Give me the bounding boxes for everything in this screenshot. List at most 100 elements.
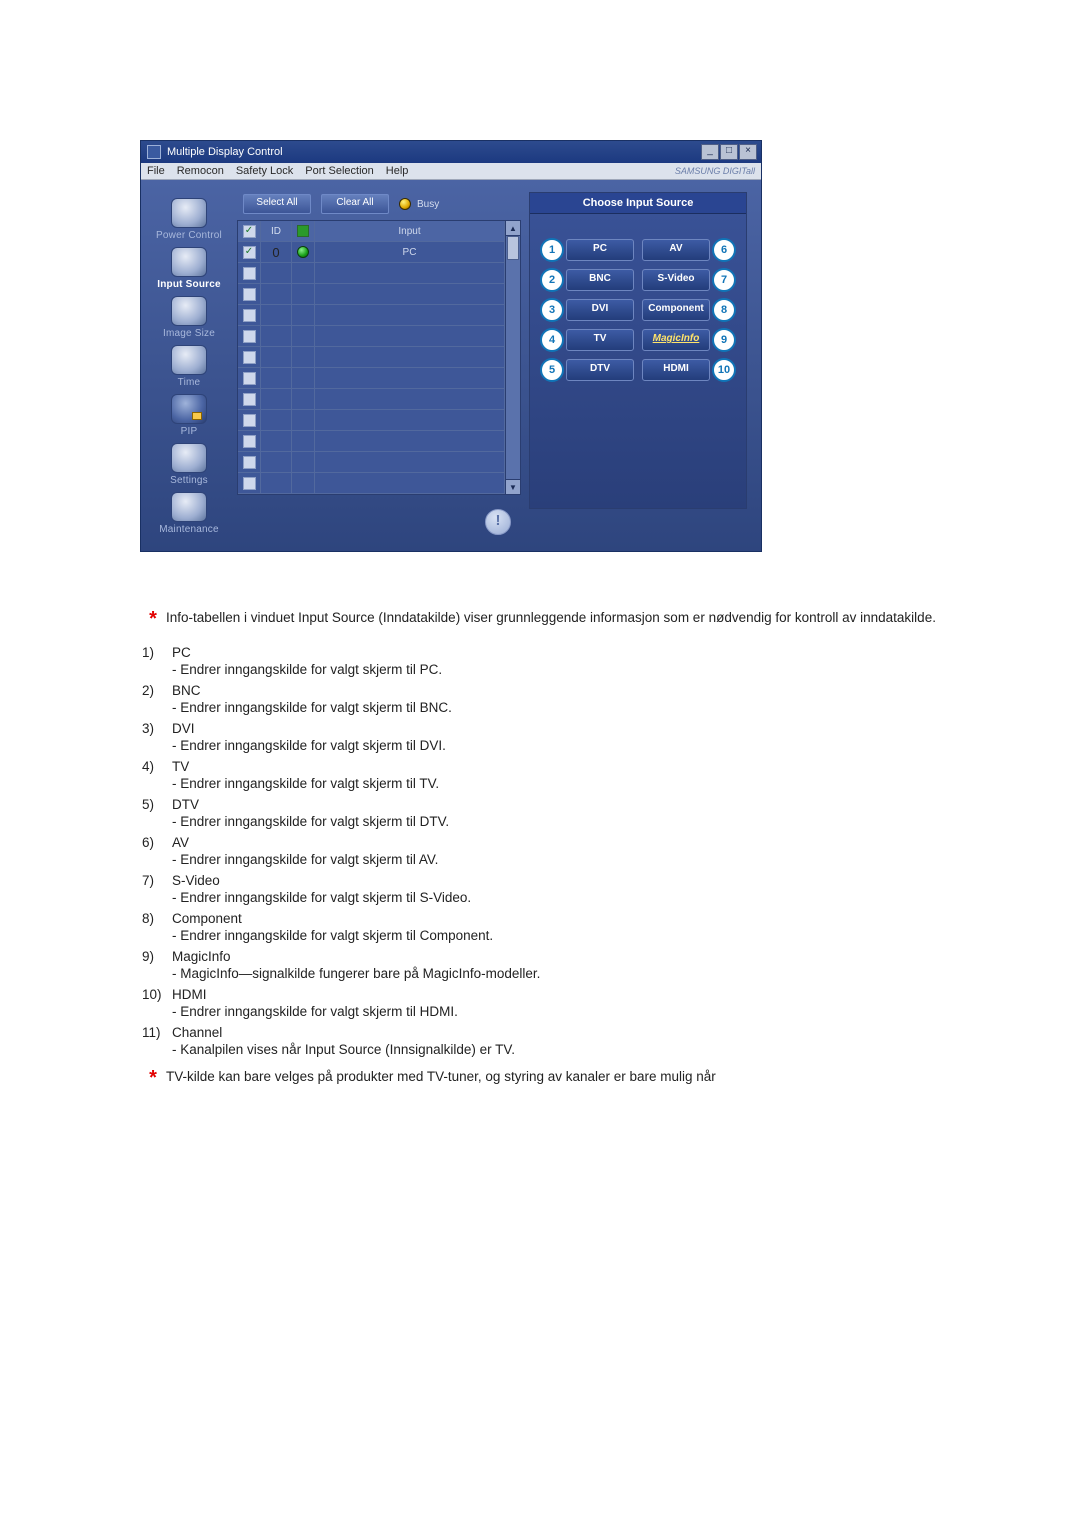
- row-id: 0: [261, 242, 292, 262]
- callout-2: 2: [540, 268, 564, 292]
- display-table: ID Input 0 PC: [237, 220, 506, 495]
- scroll-thumb[interactable]: [507, 236, 519, 260]
- callout-8: 8: [712, 298, 736, 322]
- info-icon[interactable]: !: [485, 509, 511, 535]
- scroll-up-button[interactable]: ▲: [506, 221, 520, 236]
- source-s-video[interactable]: S-Video: [642, 269, 710, 291]
- row-checkbox[interactable]: [243, 414, 256, 427]
- col-input[interactable]: Input: [315, 221, 505, 241]
- callout-3: 3: [540, 298, 564, 322]
- list-item: 3) DVI - Endrer inngangskilde for valgt …: [140, 721, 940, 753]
- sidebar-item-time[interactable]: Time: [171, 345, 207, 388]
- list-title: AV: [172, 835, 940, 850]
- table-row[interactable]: [238, 473, 505, 494]
- row-checkbox[interactable]: [243, 351, 256, 364]
- table-row[interactable]: [238, 431, 505, 452]
- list-item: 5) DTV - Endrer inngangskilde for valgt …: [140, 797, 940, 829]
- list-desc: - Endrer inngangskilde for valgt skjerm …: [172, 738, 940, 753]
- table-scrollbar[interactable]: ▲ ▼: [506, 220, 521, 495]
- sidebar-item-image-size[interactable]: Image Size: [163, 296, 215, 339]
- list-desc: - Endrer inngangskilde for valgt skjerm …: [172, 1004, 940, 1019]
- row-checkbox[interactable]: [243, 477, 256, 490]
- table-row[interactable]: [238, 305, 505, 326]
- sidebar-item-settings[interactable]: Settings: [170, 443, 208, 486]
- source-component[interactable]: Component: [642, 299, 710, 321]
- maximize-button[interactable]: □: [720, 144, 738, 160]
- row-input: [315, 431, 505, 451]
- col-status[interactable]: [292, 221, 315, 241]
- row-checkbox[interactable]: [243, 330, 256, 343]
- star-icon: *: [140, 1067, 166, 1090]
- row-checkbox[interactable]: [243, 246, 256, 259]
- source-dtv[interactable]: DTV: [566, 359, 634, 381]
- table-row[interactable]: [238, 284, 505, 305]
- table-row[interactable]: [238, 452, 505, 473]
- sidebar-item-input-source[interactable]: Input Source: [157, 247, 221, 290]
- list-title: Channel: [172, 1025, 940, 1040]
- table-row[interactable]: [238, 263, 505, 284]
- minimize-button[interactable]: _: [701, 144, 719, 160]
- row-checkbox[interactable]: [243, 372, 256, 385]
- footer-note: TV-kilde kan bare velges på produkter me…: [166, 1067, 940, 1090]
- row-checkbox[interactable]: [243, 393, 256, 406]
- row-checkbox[interactable]: [243, 309, 256, 322]
- source-pc[interactable]: PC: [566, 239, 634, 261]
- sidebar-item-pip[interactable]: PIP: [171, 394, 207, 437]
- scroll-track[interactable]: [506, 236, 520, 479]
- row-checkbox[interactable]: [243, 288, 256, 301]
- list-number: 5): [140, 797, 172, 829]
- sidebar-label: Input Source: [157, 279, 221, 290]
- table-row[interactable]: [238, 410, 505, 431]
- list-number: 11): [140, 1025, 172, 1057]
- menu-port-selection[interactable]: Port Selection: [305, 165, 373, 177]
- app-icon: [147, 145, 161, 159]
- row-input: [315, 389, 505, 409]
- menu-file[interactable]: File: [147, 165, 165, 177]
- source-av[interactable]: AV: [642, 239, 710, 261]
- sidebar-item-power-control[interactable]: Power Control: [156, 198, 222, 241]
- list-title: DVI: [172, 721, 940, 736]
- star-icon: *: [140, 608, 166, 631]
- source-bnc[interactable]: BNC: [566, 269, 634, 291]
- row-input: [315, 263, 505, 283]
- table-row[interactable]: [238, 389, 505, 410]
- table-row[interactable]: [238, 326, 505, 347]
- close-button[interactable]: ×: [739, 144, 757, 160]
- menu-remocon[interactable]: Remocon: [177, 165, 224, 177]
- row-checkbox[interactable]: [243, 267, 256, 280]
- callout-5: 5: [540, 358, 564, 382]
- callout-6: 6: [712, 238, 736, 262]
- input-source-panel: Choose Input Source 1 PCAV 62 BNCS-Video…: [529, 192, 747, 509]
- table-row[interactable]: [238, 368, 505, 389]
- row-id: [261, 284, 292, 304]
- source-tv[interactable]: TV: [566, 329, 634, 351]
- app-title: Multiple Display Control: [167, 146, 283, 158]
- list-number: 10): [140, 987, 172, 1019]
- menu-safety-lock[interactable]: Safety Lock: [236, 165, 293, 177]
- table-row[interactable]: 0 PC: [238, 242, 505, 263]
- row-input: [315, 410, 505, 430]
- row-id: [261, 305, 292, 325]
- scroll-down-button[interactable]: ▼: [506, 479, 520, 494]
- source-hdmi[interactable]: HDMI: [642, 359, 710, 381]
- sidebar-label: Time: [178, 377, 201, 388]
- list-number: 9): [140, 949, 172, 981]
- busy-icon: [399, 198, 411, 210]
- callout-10: 10: [712, 358, 736, 382]
- source-dvi[interactable]: DVI: [566, 299, 634, 321]
- sidebar-label: Image Size: [163, 328, 215, 339]
- row-checkbox[interactable]: [243, 456, 256, 469]
- list-item: 4) TV - Endrer inngangskilde for valgt s…: [140, 759, 940, 791]
- col-check[interactable]: [238, 221, 261, 241]
- select-all-button[interactable]: Select All: [243, 194, 311, 214]
- menu-help[interactable]: Help: [386, 165, 409, 177]
- row-checkbox[interactable]: [243, 435, 256, 448]
- col-id[interactable]: ID: [261, 221, 292, 241]
- list-title: PC: [172, 645, 940, 660]
- table-row[interactable]: [238, 347, 505, 368]
- source-magicinfo[interactable]: MagicInfo: [642, 329, 710, 351]
- sidebar-item-maintenance[interactable]: Maintenance: [159, 492, 218, 535]
- clear-all-button[interactable]: Clear All: [321, 194, 389, 214]
- sidebar: Power Control Input Source Image Size Ti…: [141, 188, 237, 539]
- list-desc: - Endrer inngangskilde for valgt skjerm …: [172, 662, 940, 677]
